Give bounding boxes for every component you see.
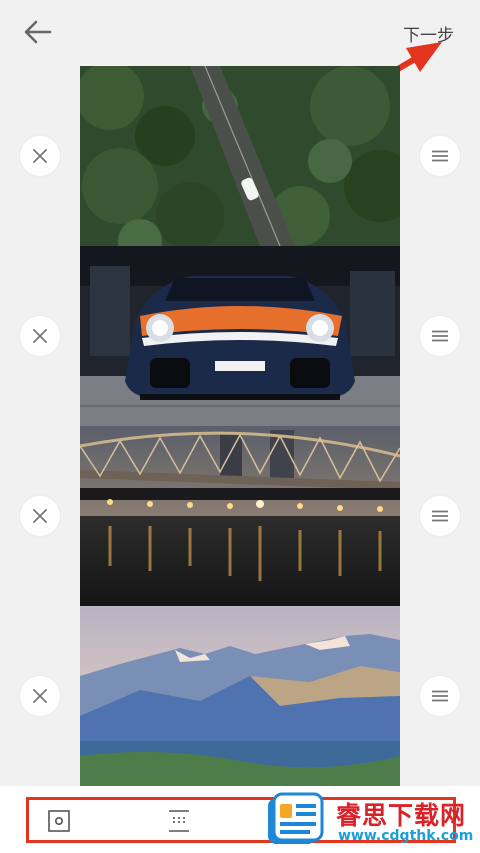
close-icon xyxy=(33,689,47,703)
arrow-left-icon[interactable] xyxy=(22,18,54,46)
watermark-logo-icon xyxy=(268,792,324,844)
reorder-handle-button[interactable] xyxy=(420,676,460,716)
close-icon xyxy=(33,149,47,163)
photo-row xyxy=(0,66,480,246)
photo-row xyxy=(0,606,480,786)
reorder-handle-button[interactable] xyxy=(420,136,460,176)
drag-handle-icon xyxy=(432,690,448,702)
remove-photo-button[interactable] xyxy=(20,676,60,716)
photo-thumbnail-race-car[interactable] xyxy=(80,246,400,426)
fit-icon[interactable] xyxy=(166,808,192,834)
photo-thumbnail-forest[interactable] xyxy=(80,66,400,246)
close-icon xyxy=(33,329,47,343)
photo-thumbnail-bridge[interactable] xyxy=(80,426,400,606)
photo-row xyxy=(0,426,480,606)
reorder-handle-button[interactable] xyxy=(420,316,460,356)
watermark-url: www.cdgthk.com xyxy=(338,828,474,844)
photo-row xyxy=(0,246,480,426)
drag-handle-icon xyxy=(432,150,448,162)
top-bar: 下一步 xyxy=(0,0,480,64)
frame-icon[interactable] xyxy=(46,808,72,834)
close-icon xyxy=(33,509,47,523)
next-step-button[interactable]: 下一步 xyxy=(403,21,454,46)
remove-photo-button[interactable] xyxy=(20,136,60,176)
photo-thumbnail-mountains[interactable] xyxy=(80,606,400,786)
reorder-handle-button[interactable] xyxy=(420,496,460,536)
watermark: 睿思下载网 www.cdgthk.com xyxy=(266,790,480,853)
watermark-title: 睿思下载网 xyxy=(336,801,467,830)
remove-photo-button[interactable] xyxy=(20,316,60,356)
remove-photo-button[interactable] xyxy=(20,496,60,536)
drag-handle-icon xyxy=(432,330,448,342)
drag-handle-icon xyxy=(432,510,448,522)
